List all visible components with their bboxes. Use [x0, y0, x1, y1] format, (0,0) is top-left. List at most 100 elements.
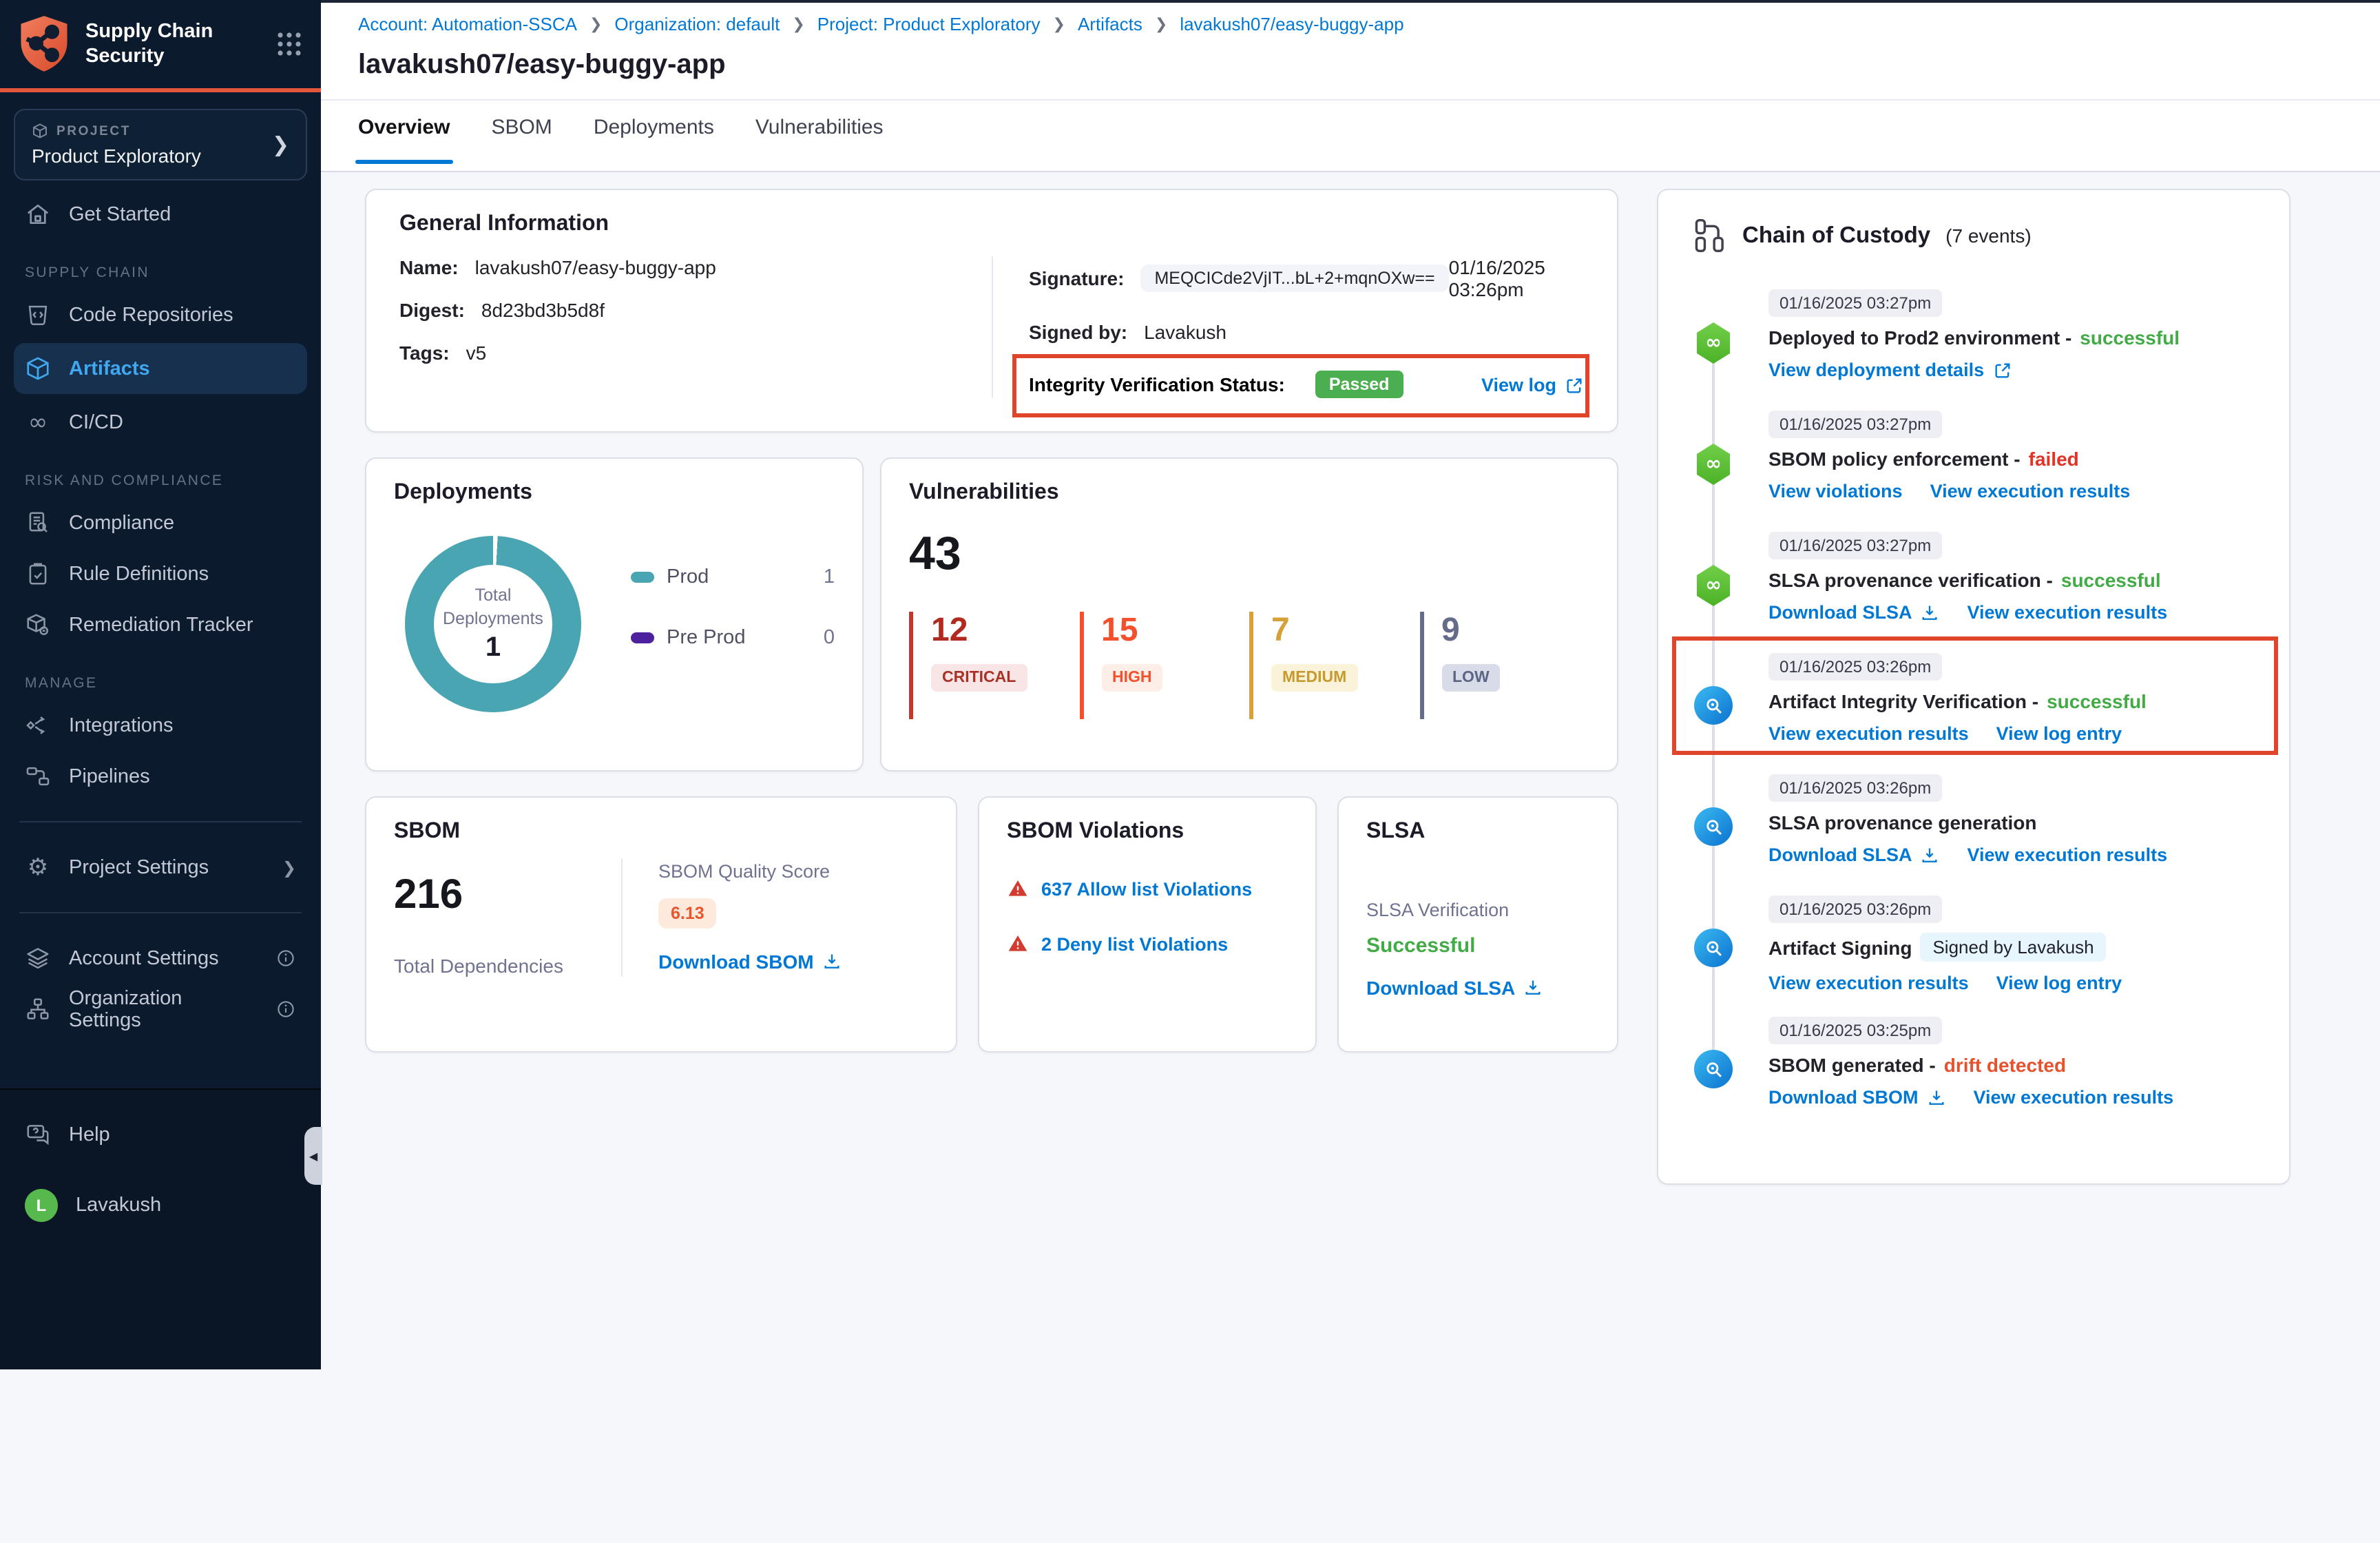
- view-execution-results-link[interactable]: View execution results: [1967, 602, 2168, 623]
- allow-list-violations-row: 637 Allow list Violations: [1007, 878, 1288, 900]
- breadcrumb-link[interactable]: Project: Product Exploratory: [817, 14, 1041, 34]
- tab-sbom[interactable]: SBOM: [491, 116, 552, 156]
- view-log-link[interactable]: View log: [1481, 375, 1584, 395]
- donut-center-label: Total Deployments: [438, 585, 548, 630]
- sidebar-item-label: Artifacts: [69, 358, 150, 380]
- chain-of-custody-panel: Chain of Custody (7 events) ∞ 01/16/2025…: [1657, 189, 2290, 1185]
- download-sbom-link[interactable]: Download SBOM: [658, 951, 842, 973]
- code-repo-icon: [25, 302, 51, 328]
- info-icon: [275, 948, 296, 969]
- deployments-card: Deployments Total Deployments 1 Prod 1 P…: [365, 457, 864, 772]
- allow-list-violations-link[interactable]: 637 Allow list Violations: [1041, 878, 1252, 899]
- breadcrumb-link[interactable]: Organization: default: [614, 14, 780, 34]
- event-timestamp: 01/16/2025 03:27pm: [1768, 532, 1942, 559]
- user-menu[interactable]: L Lavakush: [0, 1179, 321, 1230]
- event-timestamp: 01/16/2025 03:26pm: [1768, 774, 1942, 802]
- scan-circle-icon: [1694, 807, 1733, 846]
- project-cube-icon: [32, 123, 48, 139]
- sidebar-item-compliance[interactable]: Compliance: [0, 497, 321, 548]
- sidebar-item-label: CI/CD: [69, 411, 123, 433]
- section-heading-supply-chain: SUPPLY CHAIN: [0, 240, 321, 289]
- deny-list-violations-link[interactable]: 2 Deny list Violations: [1041, 933, 1228, 954]
- events-count: (7 events): [1945, 225, 2032, 247]
- event-title: SBOM policy enforcement -: [1768, 448, 2021, 470]
- chevron-right-icon: ❯: [282, 858, 296, 877]
- sidebar-item-cicd[interactable]: ∞ CI/CD: [0, 397, 321, 448]
- event-title: Artifact Signing: [1768, 936, 1912, 958]
- signature-value[interactable]: MEQCICde2VjIT...bL+2+mqnOXw==: [1140, 265, 1448, 292]
- sidebar-collapse-handle[interactable]: ◀: [304, 1127, 322, 1185]
- layers-gear-icon: [25, 945, 51, 971]
- sbom-total-label: Total Dependencies: [394, 955, 621, 977]
- critical-badge: CRITICAL: [931, 664, 1027, 692]
- breadcrumb-link[interactable]: Account: Automation-SSCA: [358, 14, 577, 34]
- download-sbom-link[interactable]: Download SBOM: [1768, 1087, 1946, 1108]
- low-count: 9: [1441, 612, 1589, 650]
- sidebar-item-organization-settings[interactable]: Organization Settings: [0, 984, 321, 1035]
- breadcrumb: Account: Automation-SSCA❯ Organization: …: [358, 14, 1404, 34]
- sbom-quality-score-label: SBOM Quality Score: [658, 861, 928, 882]
- view-execution-results-link[interactable]: View execution results: [1768, 723, 1969, 744]
- download-slsa-link[interactable]: Download SLSA: [1768, 602, 1940, 623]
- section-heading-manage: MANAGE: [0, 650, 321, 700]
- view-execution-results-link[interactable]: View execution results: [1768, 973, 1969, 993]
- breadcrumb-link[interactable]: lavakush07/easy-buggy-app: [1180, 14, 1403, 34]
- download-icon: [1921, 845, 1940, 864]
- high-count: 15: [1101, 612, 1249, 650]
- view-violations-link[interactable]: View violations: [1768, 481, 1903, 501]
- sidebar-item-get-started[interactable]: Get Started: [0, 189, 321, 240]
- sidebar-item-rule-definitions[interactable]: Rule Definitions: [0, 548, 321, 599]
- sidebar-item-pipelines[interactable]: Pipelines: [0, 751, 321, 802]
- sidebar-item-label: Account Settings: [69, 947, 219, 969]
- view-execution-results-link[interactable]: View execution results: [1967, 845, 2168, 865]
- tab-vulnerabilities[interactable]: Vulnerabilities: [755, 116, 884, 156]
- scan-circle-icon: [1694, 686, 1733, 725]
- sidebar-item-artifacts[interactable]: Artifacts: [14, 343, 307, 394]
- tab-deployments[interactable]: Deployments: [594, 116, 714, 156]
- name-label: Name:: [399, 256, 459, 278]
- project-selector[interactable]: PROJECT Product Exploratory ❯: [14, 109, 307, 180]
- sidebar-item-help[interactable]: Help: [0, 1109, 321, 1160]
- sidebar-item-code-repositories[interactable]: Code Repositories: [0, 289, 321, 340]
- card-title: Chain of Custody: [1742, 222, 1930, 249]
- sidebar-item-remediation-tracker[interactable]: Remediation Tracker: [0, 599, 321, 650]
- custody-timeline: ∞ 01/16/2025 03:27pm Deployed to Prod2 e…: [1694, 289, 2253, 1116]
- view-deployment-details-link[interactable]: View deployment details: [1768, 360, 2012, 380]
- card-title: Vulnerabilities: [909, 481, 1589, 506]
- sidebar-item-account-settings[interactable]: Account Settings: [0, 933, 321, 984]
- card-title: Deployments: [394, 481, 835, 506]
- deny-list-violations-row: 2 Deny list Violations: [1007, 933, 1288, 955]
- download-slsa-link[interactable]: Download SLSA: [1768, 845, 1940, 865]
- sidebar-item-project-settings[interactable]: ⚙ Project Settings ❯: [0, 842, 321, 893]
- info-icon: [275, 999, 296, 1019]
- tab-bar: Overview SBOM Deployments Vulnerabilitie…: [358, 116, 884, 156]
- sidebar: Supply Chain Security PROJECT Product Ex…: [0, 0, 321, 1369]
- legend-value: 0: [824, 627, 835, 649]
- event-timestamp: 01/16/2025 03:27pm: [1768, 289, 1942, 317]
- event-title: SLSA provenance verification -: [1768, 569, 2053, 591]
- tab-overview[interactable]: Overview: [358, 116, 450, 156]
- view-execution-results-link[interactable]: View execution results: [1930, 481, 2131, 501]
- custody-event: ∞ 01/16/2025 03:27pm SBOM policy enforce…: [1694, 411, 2253, 510]
- download-icon: [1921, 603, 1940, 622]
- signature-timestamp: 01/16/2025 03:26pm: [1449, 256, 1584, 300]
- warning-triangle-icon: [1007, 933, 1029, 955]
- view-log-entry-link[interactable]: View log entry: [1996, 973, 2122, 993]
- low-badge: LOW: [1441, 664, 1501, 692]
- view-execution-results-link[interactable]: View execution results: [1974, 1087, 2174, 1108]
- app-switcher-icon[interactable]: [277, 32, 302, 56]
- sidebar-item-integrations[interactable]: Integrations: [0, 700, 321, 751]
- tags-value: v5: [466, 342, 487, 364]
- card-title: SLSA: [1366, 820, 1589, 845]
- download-icon: [1523, 978, 1543, 997]
- breadcrumb-link[interactable]: Artifacts: [1078, 14, 1142, 34]
- view-log-entry-link[interactable]: View log entry: [1996, 723, 2122, 744]
- sidebar-footer: Help L Lavakush: [0, 1088, 321, 1369]
- event-title: Artifact Integrity Verification -: [1768, 690, 2038, 712]
- event-timestamp: 01/16/2025 03:25pm: [1768, 1017, 1942, 1044]
- integrity-status-label: Integrity Verification Status:: [1029, 373, 1285, 395]
- brand-accent-line: [0, 88, 321, 92]
- download-slsa-link[interactable]: Download SLSA: [1366, 977, 1543, 999]
- legend-label: Prod: [667, 566, 709, 588]
- page-header: Account: Automation-SSCA❯ Organization: …: [321, 0, 2380, 172]
